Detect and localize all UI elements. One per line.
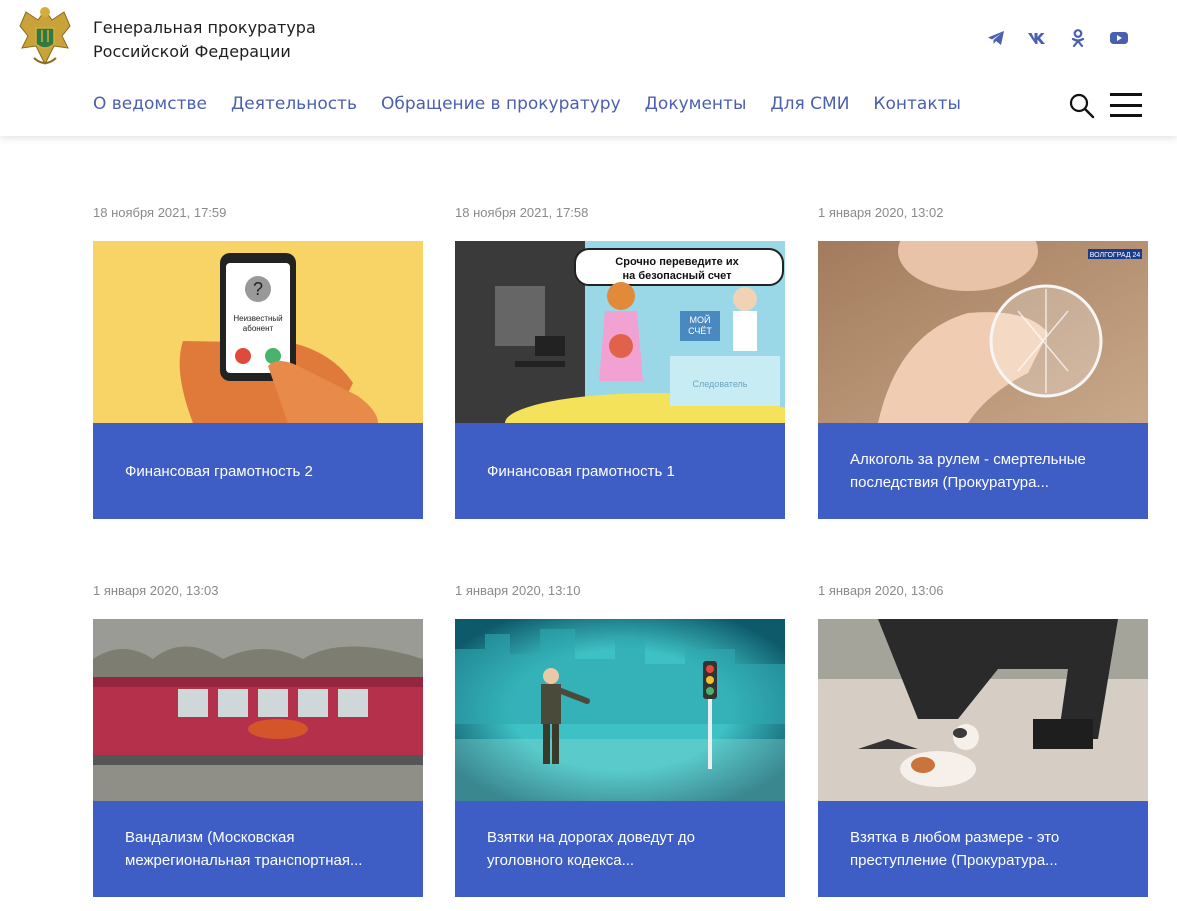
card-date: 1 января 2020, 13:03	[93, 583, 219, 598]
org-name-line2: Российской Федерации	[93, 42, 291, 61]
card-thumbnail[interactable]	[818, 619, 1148, 801]
card-thumbnail[interactable]	[455, 619, 785, 801]
odnoklassniki-icon[interactable]	[1068, 28, 1088, 48]
card-thumbnail[interactable]: ВОЛГОГРАД 24	[818, 241, 1148, 423]
card-title[interactable]: Вандализм (Московская межрегиональная тр…	[93, 801, 423, 897]
org-name-line1: Генеральная прокуратура	[93, 18, 316, 37]
svg-text:СЧЁТ: СЧЁТ	[688, 326, 712, 336]
site-header: Генеральная прокуратура Российской Федер…	[0, 0, 1177, 136]
card-thumbnail[interactable]	[93, 619, 423, 801]
org-name[interactable]: Генеральная прокуратура Российской Федер…	[93, 16, 316, 64]
svg-text:Неизвестный: Неизвестный	[233, 314, 282, 323]
card-date: 18 ноября 2021, 17:59	[93, 205, 227, 220]
youtube-icon[interactable]	[1109, 28, 1129, 48]
social-links	[986, 28, 1129, 48]
svg-text:Следователь: Следователь	[693, 379, 748, 389]
nav-item-about[interactable]: О ведомстве	[93, 94, 207, 114]
card-date: 18 ноября 2021, 17:58	[455, 205, 589, 220]
card-title[interactable]: Финансовая грамотность 1	[455, 423, 785, 519]
card-title[interactable]: Взятки на дорогах доведут до уголовного …	[455, 801, 785, 897]
nav-item-activity[interactable]: Деятельность	[231, 94, 357, 114]
vk-icon[interactable]	[1027, 28, 1047, 48]
video-card: 1 января 2020, 13:03 Вандализм (Московск…	[93, 578, 423, 897]
card-title[interactable]: Взятка в любом размере - это преступлени…	[818, 801, 1148, 897]
svg-text:?: ?	[253, 279, 263, 299]
coat-of-arms-logo[interactable]	[12, 2, 78, 74]
card-title[interactable]: Финансовая грамотность 2	[93, 423, 423, 519]
svg-text:МОЙ: МОЙ	[690, 314, 711, 325]
video-card: 1 января 2020, 13:02 ВОЛГОГРАД 24 Алкого…	[818, 200, 1148, 519]
hamburger-menu-icon[interactable]	[1110, 93, 1142, 117]
nav-item-documents[interactable]: Документы	[645, 94, 747, 114]
video-card: 18 ноября 2021, 17:59 ? Неизвестный абон…	[93, 200, 423, 519]
video-card: 1 января 2020, 13:10 Взятки на дорогах д…	[455, 578, 785, 897]
svg-text:Срочно переведите их: Срочно переведите их	[615, 256, 739, 268]
nav-item-appeal[interactable]: Обращение в прокуратуру	[381, 94, 621, 114]
card-date: 1 января 2020, 13:06	[818, 583, 944, 598]
card-date: 1 января 2020, 13:10	[455, 583, 581, 598]
svg-text:на безопасный счет: на безопасный счет	[623, 270, 733, 282]
card-thumbnail[interactable]: ? Неизвестный абонент	[93, 241, 423, 423]
svg-text:ВОЛГОГРАД 24: ВОЛГОГРАД 24	[1090, 252, 1141, 259]
video-card: 1 января 2020, 13:06 Взятка в любом разм…	[818, 578, 1148, 897]
card-title[interactable]: Алкоголь за рулем - смертельные последст…	[818, 423, 1148, 519]
nav-item-contacts[interactable]: Контакты	[873, 94, 961, 114]
card-date: 1 января 2020, 13:02	[818, 205, 944, 220]
svg-text:абонент: абонент	[243, 324, 274, 333]
card-thumbnail[interactable]: Срочно переведите их на безопасный счет …	[455, 241, 785, 423]
telegram-icon[interactable]	[986, 28, 1006, 48]
main-nav: О ведомстве Деятельность Обращение в про…	[93, 94, 985, 114]
video-card: 18 ноября 2021, 17:58 Срочно переведите …	[455, 200, 785, 519]
nav-item-media[interactable]: Для СМИ	[770, 94, 849, 114]
search-icon[interactable]	[1069, 93, 1095, 119]
